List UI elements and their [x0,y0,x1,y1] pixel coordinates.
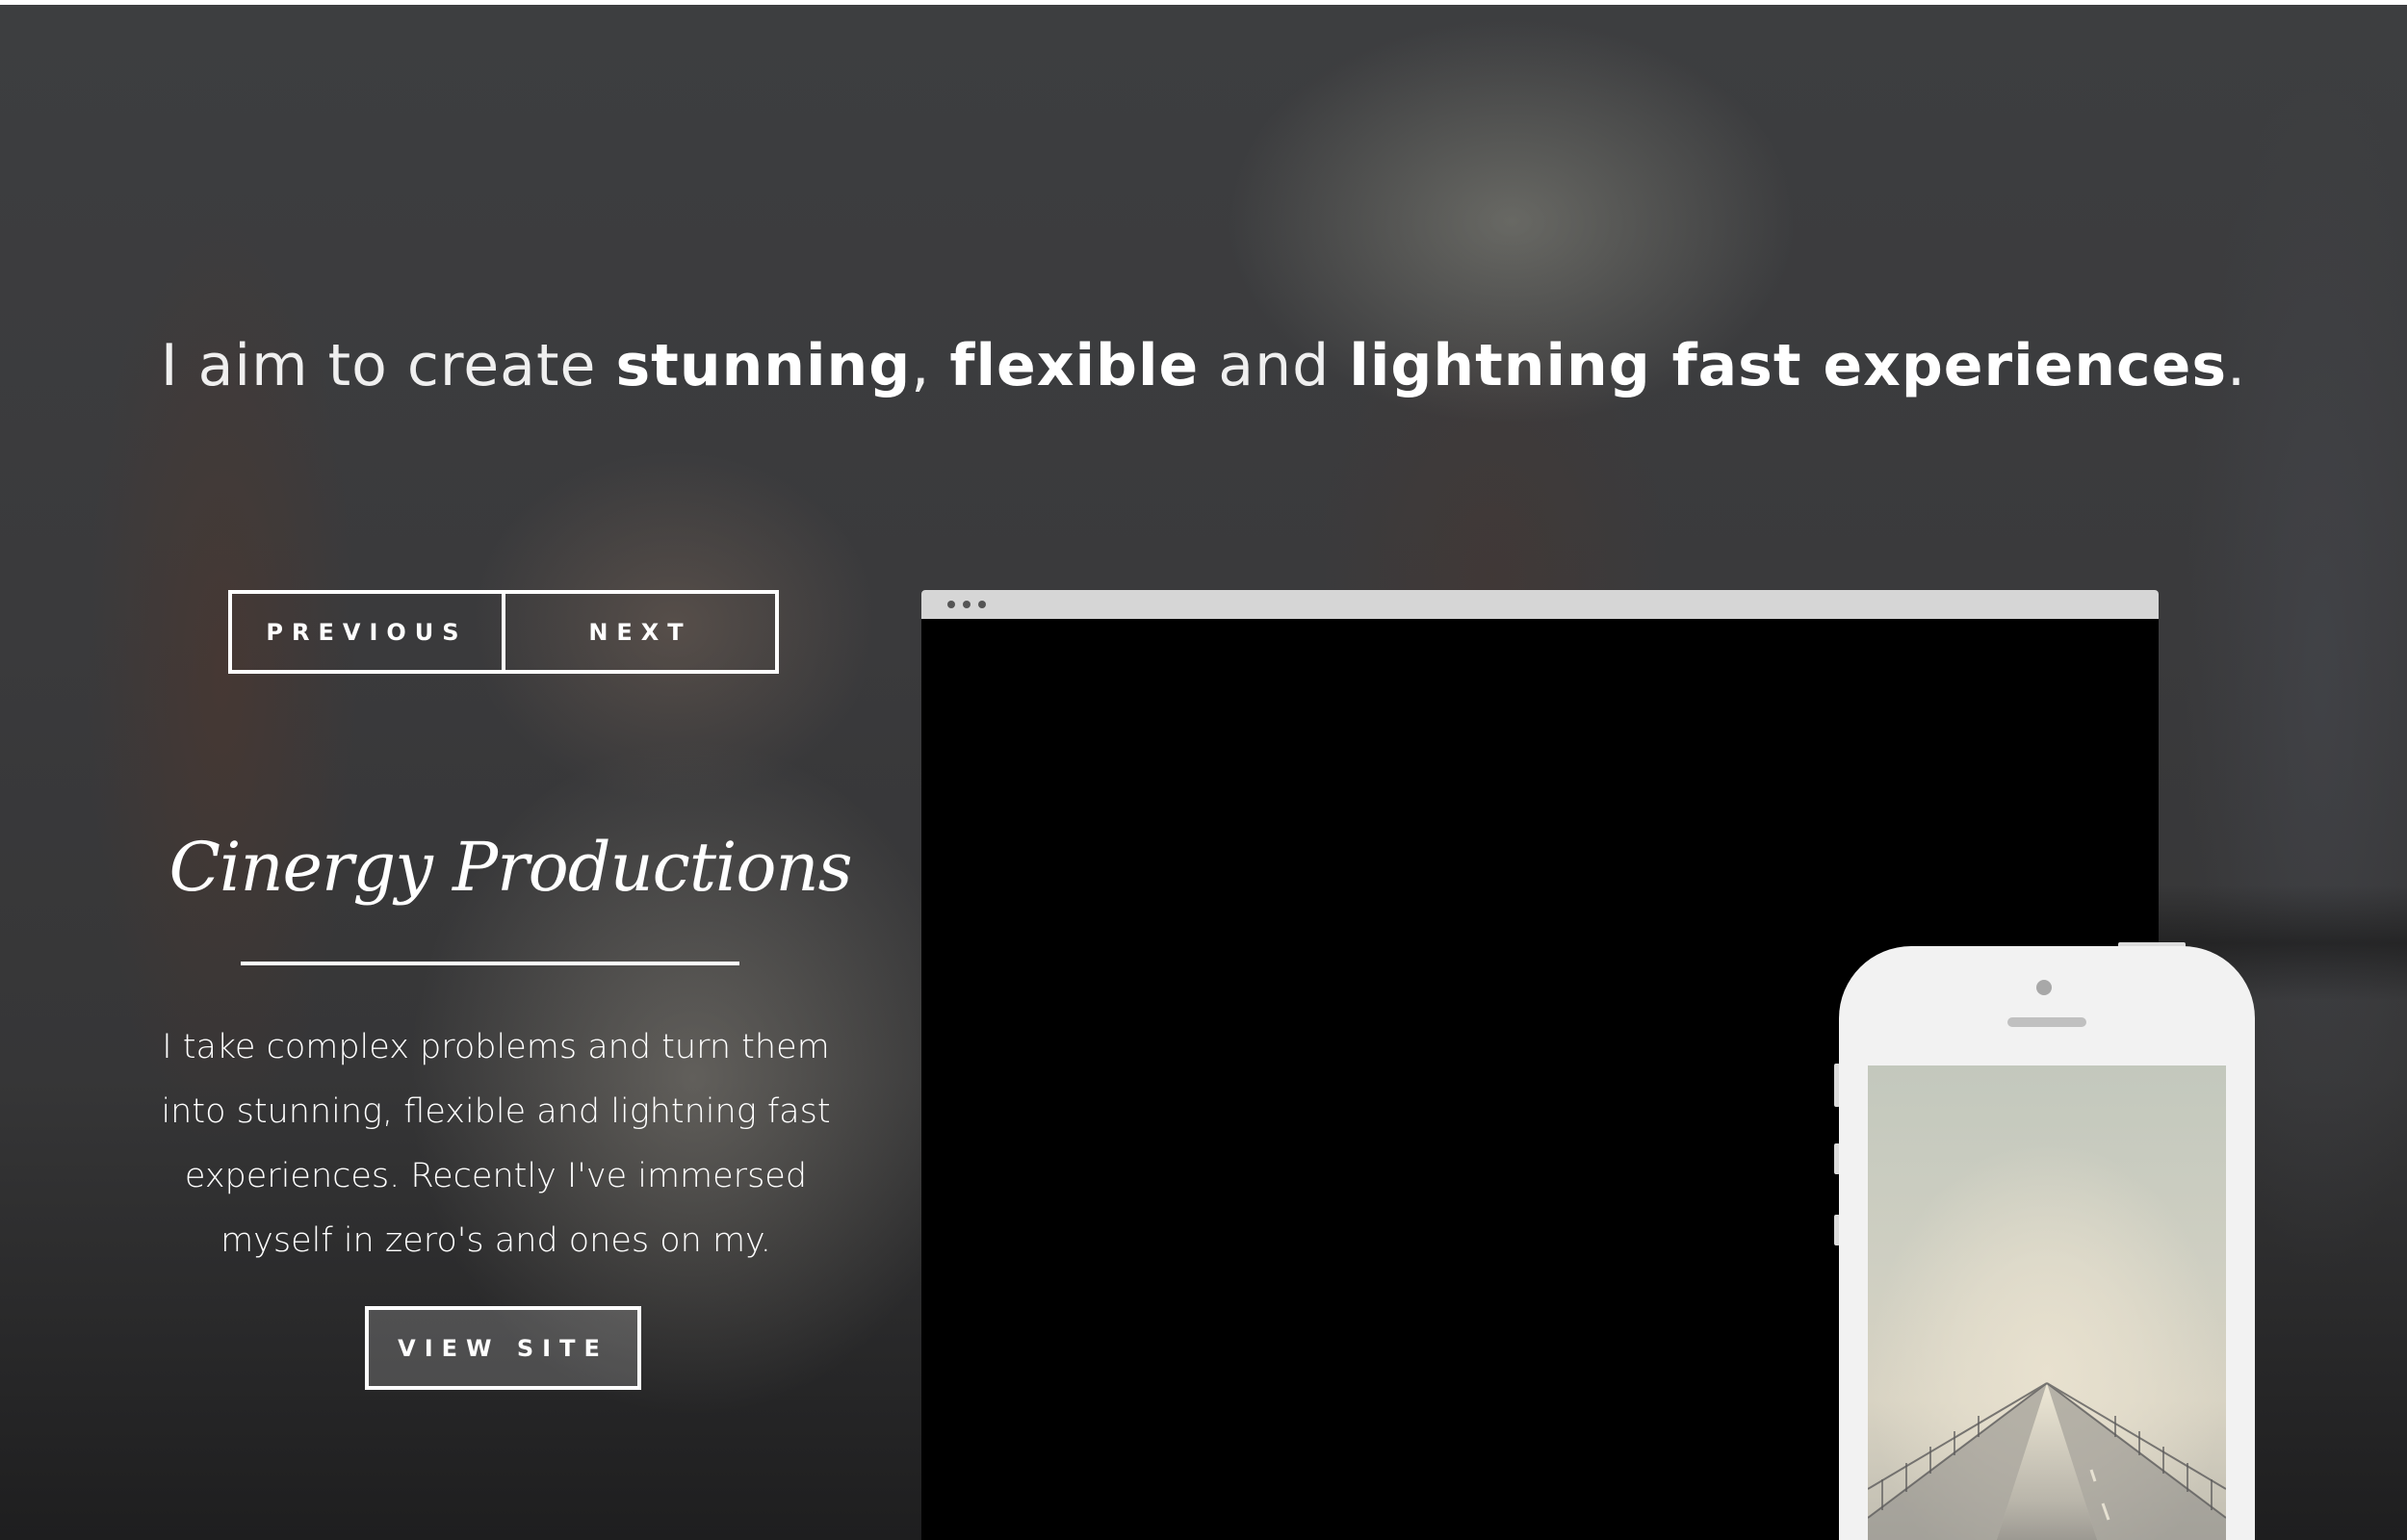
headline: I aim to create stunning, flexible and l… [0,332,2407,399]
title-divider [241,962,739,965]
headline-bold-1: stunning [615,332,912,399]
speaker-icon [2007,1017,2086,1027]
headline-text-2: , [911,332,950,399]
next-button[interactable]: NEXT [502,594,775,670]
top-strip [0,0,2407,5]
headline-text-1: I aim to create [160,332,616,399]
project-title: Cinergy Productions [168,828,853,907]
hero-section: I aim to create stunning, flexible and l… [0,0,2407,1540]
headline-text-3: and [1199,332,1350,399]
project-description: I take complex problems and turn them in… [161,1028,831,1260]
browser-toolbar [921,590,2159,619]
camera-icon [2036,980,2052,995]
previous-button[interactable]: PREVIOUS [232,594,502,670]
project-pager: PREVIOUS NEXT [228,590,779,674]
foggy-bridge-image [1868,1382,2226,1540]
browser-dots-icon [947,601,986,608]
phone-mockup [1839,946,2255,1540]
headline-bold-2: flexible [949,332,1200,399]
view-site-button[interactable]: VIEW SITE [365,1306,641,1390]
headline-text-4: . [2227,332,2247,399]
headline-bold-3: lightning fast experiences [1349,332,2228,399]
phone-screen-image [1868,1065,2226,1540]
